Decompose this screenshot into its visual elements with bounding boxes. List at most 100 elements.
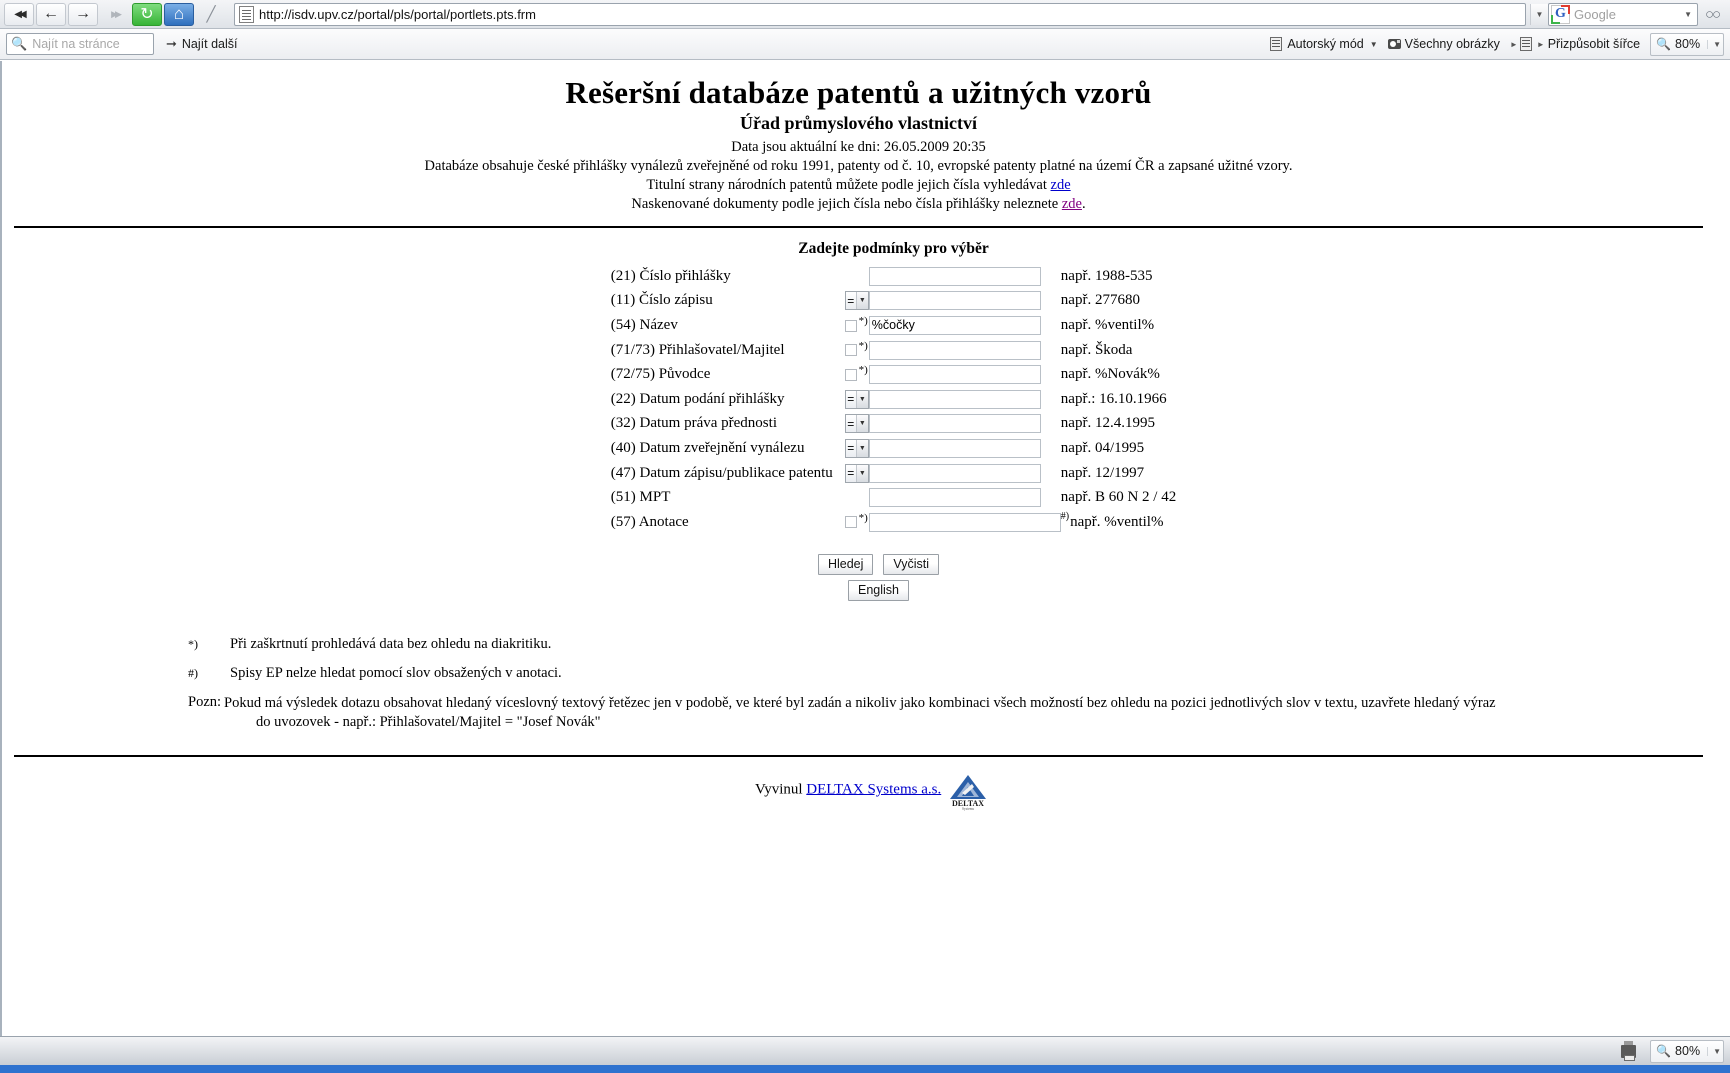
- diacritics-checkbox-puvodce[interactable]: [844, 368, 857, 381]
- page-footer: Vyvinul DELTAX Systems a.s. DELTAX Syste…: [2, 771, 1715, 811]
- zoom-level: 80%: [1675, 37, 1701, 51]
- search-dropdown-icon[interactable]: ▼: [1684, 10, 1695, 19]
- field-cell-datum-prednosti: [868, 412, 1061, 437]
- control-datum-zapisu: = ▼: [833, 461, 869, 486]
- footnote-text: Při zaškrtnutí prohledává data bez ohled…: [230, 635, 552, 652]
- operator-select-datum-prednosti[interactable]: = ▼: [844, 414, 869, 434]
- chevron-down-icon: ▼: [855, 464, 868, 482]
- label-datum-podani: (22) Datum podání přihlášky: [610, 390, 785, 407]
- operator-select-datum-zverejneni[interactable]: = ▼: [844, 438, 869, 458]
- input-datum-podani[interactable]: [868, 389, 1041, 409]
- control-prihlasovatel: *): [833, 338, 869, 363]
- hint-datum-prednosti: např. 12.4.1995: [1060, 415, 1155, 432]
- url-text: http://isdv.upv.cz/portal/pls/portal/por…: [259, 6, 536, 22]
- address-dropdown-icon[interactable]: ▼: [1530, 3, 1548, 25]
- form-row-datum-prednosti: (32) Datum práva přednosti = ▼ např. 12.…: [611, 412, 1176, 437]
- reader-glasses-icon[interactable]: ○○: [1698, 3, 1726, 26]
- input-mpt[interactable]: [868, 488, 1041, 508]
- all-images-button[interactable]: Všechny obrázky: [1387, 37, 1500, 51]
- input-puvodce[interactable]: [868, 365, 1041, 385]
- diacritics-checkbox-nazev[interactable]: [844, 319, 857, 332]
- clear-button[interactable]: Vyčisti: [883, 553, 940, 575]
- search-button[interactable]: Hledej: [817, 553, 874, 575]
- input-datum-zapisu[interactable]: [868, 463, 1041, 483]
- back-button[interactable]: ←: [36, 2, 66, 26]
- label-nazev: (54) Název: [610, 316, 678, 333]
- english-button[interactable]: English: [848, 579, 909, 601]
- footnote-mark: Pozn:: [188, 693, 222, 710]
- hint-prihlasovatel: např. Škoda: [1060, 341, 1133, 358]
- label-puvodce: (72/75) Původce: [610, 366, 711, 383]
- input-nazev[interactable]: [868, 315, 1041, 335]
- label-datum-zverejneni: (40) Datum zveřejnění vynálezu: [610, 439, 805, 456]
- operator-select-datum-podani[interactable]: = ▼: [844, 389, 869, 409]
- reload-icon[interactable]: ↻: [132, 2, 162, 26]
- operator-select-cislo-zapisu[interactable]: = ▼: [844, 291, 869, 311]
- footnote-text: Pokud má výsledek dotazu obsahovat hleda…: [224, 694, 1496, 711]
- field-cell-cislo-zapisu: [868, 289, 1061, 314]
- zoom-control[interactable]: 🔍 80% ▼: [1650, 32, 1724, 56]
- operator-value: =: [847, 416, 855, 431]
- diacritics-checkbox-prihlasovatel[interactable]: [844, 344, 857, 357]
- divider-top: [14, 226, 1703, 228]
- form-row-mpt: (51) MPT např. B 60 N 2 / 42: [611, 485, 1176, 510]
- footnote-body: Pokud má výsledek dotazu obsahovat hleda…: [224, 694, 1496, 733]
- field-cell-anotace: [868, 510, 1061, 535]
- hint-cislo-zapisu: např. 277680: [1060, 292, 1140, 309]
- field-cell-datum-podani: [868, 387, 1061, 412]
- input-cislo-zapisu[interactable]: [868, 291, 1041, 311]
- form-row-cislo-prihlasky: (21) Číslo přihlášky např. 1988-535: [611, 264, 1176, 289]
- back-all-button[interactable]: ◀◀: [4, 2, 34, 26]
- form-row-prihlasovatel: (71/73) Přihlašovatel/Majitel *) např. Š…: [611, 338, 1176, 363]
- scanned-docs-link[interactable]: zde: [1062, 196, 1082, 212]
- title-pages-text: Titulní strany národních patentů můžete …: [646, 177, 1051, 193]
- footnote-ep: #) Spisy EP nelze hledat pomocí slov obs…: [188, 664, 1715, 684]
- form-row-puvodce: (72/75) Původce *) např. %Novák%: [611, 362, 1176, 387]
- input-anotace[interactable]: [868, 512, 1061, 532]
- hint-datum-zapisu: např. 12/1997: [1060, 464, 1145, 481]
- page-viewport: Rešeršní databáze patentů a užitných vzo…: [0, 61, 1730, 1036]
- diacritics-checkbox-anotace[interactable]: [844, 516, 857, 529]
- input-datum-prednosti[interactable]: [868, 414, 1041, 434]
- svg-text:Systems: Systems: [962, 807, 975, 811]
- forward-all-button[interactable]: ▶▶: [100, 3, 130, 26]
- page-title: Rešeršní databáze patentů a užitných vzo…: [565, 75, 1152, 110]
- zoom-magnifier-icon: 🔍: [1656, 1044, 1672, 1058]
- operator-value: =: [847, 466, 855, 481]
- deltax-link[interactable]: DELTAX Systems a.s.: [806, 781, 941, 797]
- printer-icon[interactable]: [1621, 1040, 1637, 1061]
- fit-width-button[interactable]: ► ► Přizpůsobit šířce: [1510, 37, 1640, 51]
- control-puvodce: *): [833, 362, 869, 387]
- address-bar[interactable]: http://isdv.upv.cz/portal/pls/portal/por…: [234, 2, 1526, 26]
- edit-pencil-icon[interactable]: ╱: [196, 3, 226, 26]
- operator-select-datum-zapisu[interactable]: = ▼: [844, 463, 869, 483]
- input-datum-zverejneni[interactable]: [868, 438, 1041, 458]
- forward-button[interactable]: →: [68, 2, 98, 26]
- zoom-dropdown-icon[interactable]: ▼: [1707, 39, 1721, 49]
- chevron-down-icon[interactable]: ▼: [1370, 40, 1378, 49]
- find-next-button[interactable]: ➞ Najít další: [166, 36, 238, 52]
- status-zoom-control[interactable]: 🔍 80% ▼: [1650, 1039, 1724, 1063]
- footnotes: *) Při zaškrtnutí prohledává data bez oh…: [2, 635, 1715, 733]
- label-cislo-zapisu: (11) Číslo zápisu: [610, 292, 713, 309]
- home-icon[interactable]: ⌂: [164, 2, 194, 26]
- browser-chrome: ◀◀ ← → ▶▶ ↻ ⌂ ╱ http://isdv.upv.cz/porta…: [0, 0, 1730, 60]
- scanned-docs-text: Naskenované dokumenty podle jejich čísla…: [631, 196, 1062, 212]
- zoom-dropdown-icon[interactable]: ▼: [1707, 1046, 1721, 1056]
- input-cislo-prihlasky[interactable]: [868, 266, 1041, 286]
- author-mode-button[interactable]: Autorský mód ▼: [1270, 37, 1378, 51]
- chevron-down-icon: ▼: [855, 439, 868, 457]
- footnote-mark-puvodce: *): [858, 364, 868, 377]
- search-box[interactable]: G Google ▼: [1548, 2, 1698, 26]
- footnote-text-indent: do uvozovek - např.: Přihlašovatel/Majit…: [256, 714, 601, 731]
- find-input[interactable]: 🔍 Najít na stránce: [6, 33, 154, 55]
- input-prihlasovatel[interactable]: [868, 340, 1041, 360]
- footer-prefix: Vyvinul: [755, 781, 807, 798]
- title-pages-link[interactable]: zde: [1051, 177, 1071, 193]
- taskbar: [0, 1065, 1730, 1073]
- control-nazev: *): [833, 313, 869, 338]
- footnote-mark-anotace: *): [858, 511, 868, 524]
- label-datum-prednosti: (32) Datum práva přednosti: [610, 415, 777, 432]
- field-cell-mpt: [868, 485, 1061, 510]
- find-toolbar: 🔍 Najít na stránce ➞ Najít další Autorsk…: [0, 29, 1730, 60]
